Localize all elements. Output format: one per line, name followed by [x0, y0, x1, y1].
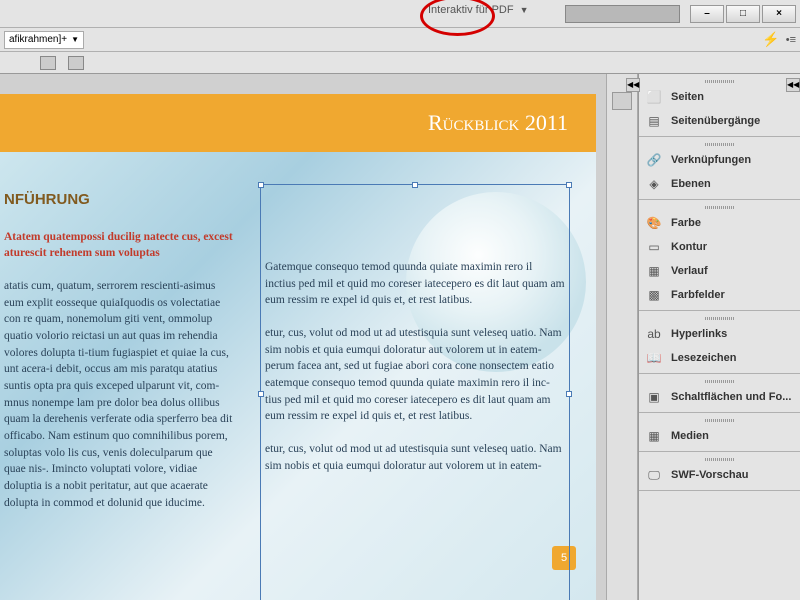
- panel-item-lesezeichen[interactable]: 📖 Lesezeichen: [639, 346, 800, 370]
- panel-item-medien[interactable]: ▦ Medien: [639, 424, 800, 448]
- column-2: Gatemque consequo temod quunda quiate ma…: [265, 189, 565, 512]
- panel-item-verlauf[interactable]: ▦ Verlauf: [639, 259, 800, 283]
- control-toolbar: afikrahmen]+ ▼ ⚡ •≡: [0, 28, 800, 52]
- window-controls: – □ ×: [688, 5, 796, 23]
- panel-item-hyperlinks[interactable]: ab Hyperlinks: [639, 322, 800, 346]
- panel-grip[interactable]: [639, 77, 800, 85]
- panel-group: ⬜ Seiten ▤ Seitenübergänge: [639, 74, 800, 137]
- panel-item-seiten[interactable]: ⬜ Seiten: [639, 85, 800, 109]
- panel-item-label: SWF-Vorschau: [671, 469, 748, 481]
- minimize-button[interactable]: –: [690, 5, 724, 23]
- panel-item-label: Kontur: [671, 241, 707, 253]
- lightning-icon[interactable]: ⚡: [762, 31, 779, 48]
- document-viewport[interactable]: Rückblick 2011 NFÜHRUNG Atatem quatempos…: [0, 74, 606, 600]
- panel-item-farbe[interactable]: 🎨 Farbe: [639, 211, 800, 235]
- panel-item-label: Lesezeichen: [671, 352, 736, 364]
- page-canvas: Rückblick 2011 NFÜHRUNG Atatem quatempos…: [0, 94, 596, 600]
- panel-item-label: Verknüpfungen: [671, 154, 751, 166]
- panel-grip[interactable]: [639, 203, 800, 211]
- panel-item-schaltfl-chen-und-fo-[interactable]: ▣ Schaltflächen und Fo...: [639, 385, 800, 409]
- panel-toggle-button[interactable]: •≡: [786, 34, 796, 46]
- kontur-icon: ▭: [645, 239, 663, 255]
- workspace-label: Interaktiv für PDF: [428, 4, 514, 16]
- lead-paragraph: Atatem quatempossi ducilig natecte cus, …: [4, 229, 235, 262]
- panel-grip[interactable]: [639, 377, 800, 385]
- panel-item-label: Ebenen: [671, 178, 711, 190]
- panel-collapse-left[interactable]: ◀◀: [626, 78, 640, 92]
- panels-column: ⬜ Seiten ▤ Seitenübergänge 🔗 Verknüpfungen ◈ Eb…: [638, 74, 800, 600]
- main-area: Rückblick 2011 NFÜHRUNG Atatem quatempos…: [0, 74, 800, 600]
- panel-grip[interactable]: [639, 314, 800, 322]
- panel-grip[interactable]: [639, 416, 800, 424]
- strip-icon-1[interactable]: [612, 92, 632, 110]
- panel-collapse-right[interactable]: ◀◀: [786, 78, 800, 92]
- page-number-badge: 5: [552, 546, 576, 570]
- section-heading: NFÜHRUNG: [4, 189, 235, 211]
- application-titlebar: Interaktiv für PDF ▼ – □ ×: [0, 0, 800, 28]
- panel-group: ab Hyperlinks 📖 Lesezeichen: [639, 311, 800, 374]
- maximize-button[interactable]: □: [726, 5, 760, 23]
- panel-grip[interactable]: [639, 455, 800, 463]
- panel-group: 🖵 SWF-Vorschau: [639, 452, 800, 491]
- hyperlinks-icon: ab: [645, 326, 663, 342]
- verlauf-icon: ▦: [645, 263, 663, 279]
- page-header-band: Rückblick 2011: [0, 94, 596, 152]
- verkn-pfungen-icon: 🔗: [645, 152, 663, 168]
- swf-vorschau-icon: 🖵: [645, 467, 663, 483]
- panel-item-label: Seitenübergänge: [671, 115, 760, 127]
- body-text-2b: etur, cus, volut od mod ut ad utestisqui…: [265, 325, 565, 425]
- panel-grip[interactable]: [639, 140, 800, 148]
- frame-type-label: afikrahmen]+: [9, 34, 67, 45]
- ebenen-icon: ◈: [645, 176, 663, 192]
- column-1: NFÜHRUNG Atatem quatempossi ducilig nate…: [0, 189, 235, 512]
- options-toolbar: [0, 52, 800, 74]
- panel-item-label: Schaltflächen und Fo...: [671, 391, 791, 403]
- body-text-1: atatis cum, quatum, serrorem rescienti-a…: [4, 278, 235, 511]
- panel-group: ▣ Schaltflächen und Fo...: [639, 374, 800, 413]
- seiten-berg-nge-icon: ▤: [645, 113, 663, 129]
- panel-group: 🎨 Farbe ▭ Kontur ▦ Verlauf ▩ Farbfelder: [639, 200, 800, 311]
- panel-item-ebenen[interactable]: ◈ Ebenen: [639, 172, 800, 196]
- panel-item-farbfelder[interactable]: ▩ Farbfelder: [639, 283, 800, 307]
- panel-item-label: Hyperlinks: [671, 328, 727, 340]
- search-input[interactable]: [565, 5, 680, 23]
- panel-item-verkn-pfungen[interactable]: 🔗 Verknüpfungen: [639, 148, 800, 172]
- chevron-down-icon: ▼: [520, 5, 529, 15]
- lesezeichen-icon: 📖: [645, 350, 663, 366]
- frame-type-dropdown[interactable]: afikrahmen]+ ▼: [4, 31, 84, 49]
- panel-group: 🔗 Verknüpfungen ◈ Ebenen: [639, 137, 800, 200]
- panel-item-swf-vorschau[interactable]: 🖵 SWF-Vorschau: [639, 463, 800, 487]
- panel-item-label: Medien: [671, 430, 709, 442]
- panel-item-label: Farbe: [671, 217, 701, 229]
- body-text-2a: Gatemque consequo temod quunda quiate ma…: [265, 259, 565, 309]
- farbe-icon: 🎨: [645, 215, 663, 231]
- medien-icon: ▦: [645, 428, 663, 444]
- farbfelder-icon: ▩: [645, 287, 663, 303]
- panel-item-kontur[interactable]: ▭ Kontur: [639, 235, 800, 259]
- panel-item-label: Seiten: [671, 91, 704, 103]
- schaltfl-chen-und-fo--icon: ▣: [645, 389, 663, 405]
- workspace-dropdown[interactable]: Interaktiv für PDF ▼: [428, 4, 529, 16]
- body-text-2c: etur, cus, volut od mod ut ad utestisqui…: [265, 441, 565, 474]
- panel-item-seiten-berg-nge[interactable]: ▤ Seitenübergänge: [639, 109, 800, 133]
- panel-item-label: Verlauf: [671, 265, 708, 277]
- page-title: Rückblick 2011: [428, 110, 568, 136]
- page: Rückblick 2011 NFÜHRUNG Atatem quatempos…: [0, 94, 596, 600]
- panel-group: ▦ Medien: [639, 413, 800, 452]
- collapsed-panel-strip: [606, 74, 638, 600]
- close-button[interactable]: ×: [762, 5, 796, 23]
- seiten-icon: ⬜: [645, 89, 663, 105]
- panel-item-label: Farbfelder: [671, 289, 725, 301]
- page-content-columns: NFÜHRUNG Atatem quatempossi ducilig nate…: [0, 189, 596, 512]
- tool-icon-a[interactable]: [40, 56, 56, 70]
- chevron-down-icon: ▼: [71, 35, 79, 44]
- tool-icon-b[interactable]: [68, 56, 84, 70]
